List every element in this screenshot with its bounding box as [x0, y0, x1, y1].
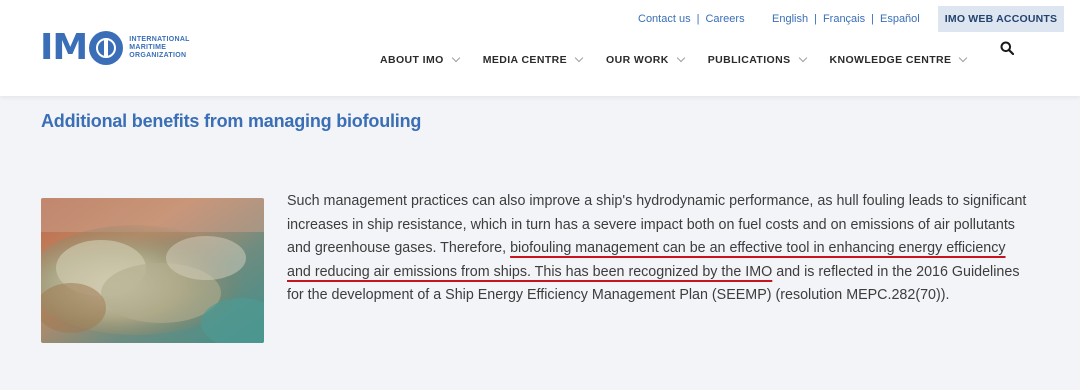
chevron-down-icon: [574, 53, 584, 63]
chevron-down-icon: [676, 53, 685, 63]
search-icon[interactable]: [1000, 41, 1014, 55]
logo-mark-text: IM: [40, 27, 88, 68]
biofouling-photo: [41, 198, 264, 343]
chevron-down-icon: [451, 53, 460, 63]
nav-publications[interactable]: PUBLICATIONS: [707, 53, 807, 67]
nav-our-work[interactable]: OUR WORK: [606, 53, 685, 67]
language-espanol[interactable]: Español: [880, 13, 920, 25]
careers-link[interactable]: Careers: [705, 13, 744, 25]
nav-media-centre[interactable]: MEDIA CENTRE: [482, 53, 584, 67]
chevron-down-icon: [798, 53, 807, 63]
logo-text: INTERNATIONAL MARITIME ORGANIZATION: [129, 36, 190, 60]
separator: |: [871, 13, 874, 25]
main-nav: ABOUT IMO MEDIA CENTRE OUR WORK PUBLICAT…: [380, 53, 968, 67]
imo-web-accounts-button[interactable]: IMO WEB ACCOUNTS: [938, 6, 1064, 32]
nav-label: OUR WORK: [606, 54, 669, 66]
logo-text-line-2: MARITIME: [129, 44, 167, 51]
imo-logo[interactable]: IM INTERNATIONAL MARITIME ORGANIZATION: [40, 28, 190, 68]
logo-text-line-1: INTERNATIONAL: [129, 36, 190, 43]
separator: |: [814, 13, 817, 25]
nav-label: PUBLICATIONS: [707, 54, 791, 66]
un-emblem-icon: [89, 31, 124, 65]
site-header: IM INTERNATIONAL MARITIME ORGANIZATION C…: [0, 0, 1080, 96]
utility-links: Contact us | Careers: [638, 12, 745, 26]
nav-label: MEDIA CENTRE: [482, 54, 568, 66]
language-english[interactable]: English: [772, 13, 808, 25]
language-switcher: English | Français | Español: [772, 12, 920, 26]
logo-mark: IM: [40, 27, 124, 68]
biofouling-image: [41, 198, 264, 343]
nav-label: ABOUT IMO: [380, 54, 444, 66]
logo-text-line-3: ORGANIZATION: [129, 52, 187, 59]
chevron-down-icon: [959, 53, 968, 63]
body-paragraph: Such management practices can also impro…: [287, 190, 1027, 308]
contact-us-link[interactable]: Contact us: [638, 13, 691, 25]
section-title: Additional benefits from managing biofou…: [41, 111, 422, 131]
nav-knowledge-centre[interactable]: KNOWLEDGE CENTRE: [829, 53, 968, 67]
language-francais[interactable]: Français: [823, 13, 865, 25]
separator: |: [696, 13, 700, 25]
nav-label: KNOWLEDGE CENTRE: [829, 54, 952, 66]
nav-about-imo[interactable]: ABOUT IMO: [380, 53, 460, 67]
